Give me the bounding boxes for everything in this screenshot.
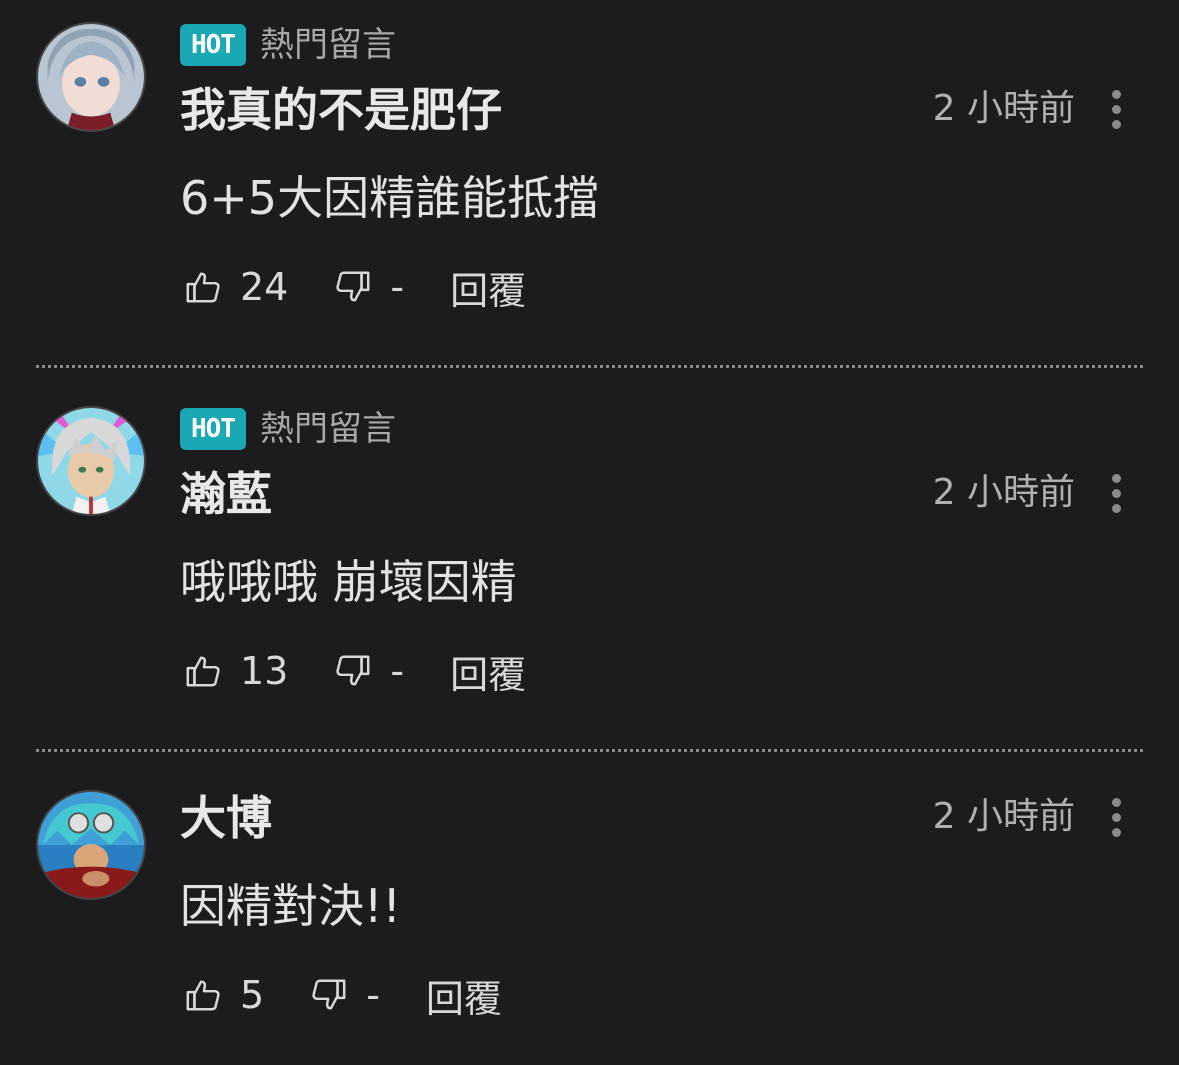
more-vertical-icon[interactable] [1104, 84, 1128, 134]
comment-text: 6+5大因精誰能抵擋 [180, 171, 600, 225]
hot-label: 熱門留言 [259, 409, 396, 449]
like-count: 24 [240, 265, 289, 309]
more-vertical-icon[interactable] [1104, 468, 1128, 518]
divider [36, 365, 1143, 368]
more-vertical-icon[interactable] [1104, 792, 1128, 842]
divider [36, 749, 1143, 752]
hot-badge: HOT [180, 408, 246, 450]
like-count: 13 [240, 649, 289, 693]
dislike-count: - [366, 973, 380, 1017]
thumbs-up-icon[interactable] [184, 652, 222, 690]
dislike-count: - [390, 649, 405, 693]
comment-time: 2 小時前 [932, 88, 1075, 129]
comment-time: 2 小時前 [932, 796, 1075, 837]
dislike-count: - [390, 265, 405, 309]
hot-comment-tag: HOT 熱門留言 [180, 408, 396, 450]
comment-actions: 24 - 回覆 [184, 260, 526, 315]
comment-time: 2 小時前 [932, 472, 1075, 513]
hot-badge: HOT [180, 24, 246, 66]
comment-text: 哦哦哦 崩壞因精 [180, 555, 517, 609]
avatar[interactable] [36, 406, 146, 516]
thumbs-up-icon[interactable] [184, 268, 222, 306]
reply-button[interactable]: 回覆 [426, 968, 502, 1023]
comment-username[interactable]: 我真的不是肥仔 [180, 80, 502, 140]
avatar[interactable] [36, 790, 146, 900]
comment-text: 因精對決!! [180, 879, 401, 933]
reply-button[interactable]: 回覆 [450, 644, 526, 699]
comment-list: HOT 熱門留言 我真的不是肥仔 2 小時前 6+5大因精誰能抵擋 24 - 回… [0, 0, 1179, 1065]
comment-actions: 13 - 回覆 [184, 644, 526, 699]
thumbs-down-icon[interactable] [334, 268, 372, 306]
avatar[interactable] [36, 22, 146, 132]
hot-comment-tag: HOT 熱門留言 [180, 24, 396, 66]
comment-actions: 5 - 回覆 [184, 968, 502, 1023]
comment-username[interactable]: 瀚藍 [180, 464, 272, 524]
like-count: 5 [240, 973, 265, 1017]
thumbs-down-icon[interactable] [334, 652, 372, 690]
comment-username[interactable]: 大博 [180, 788, 272, 848]
hot-label: 熱門留言 [259, 25, 396, 65]
thumbs-down-icon[interactable] [310, 976, 348, 1014]
thumbs-up-icon[interactable] [184, 976, 222, 1014]
reply-button[interactable]: 回覆 [450, 260, 526, 315]
